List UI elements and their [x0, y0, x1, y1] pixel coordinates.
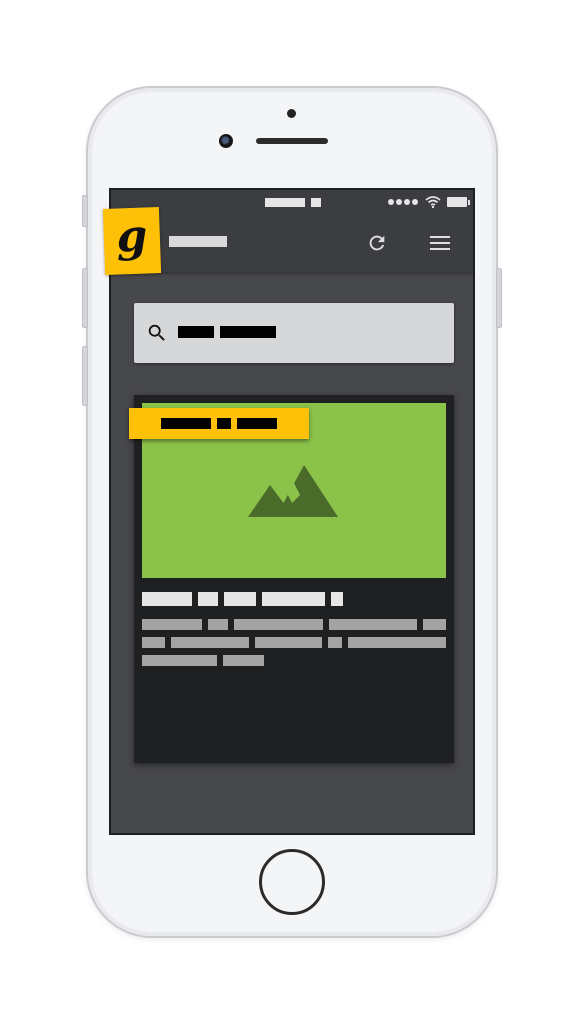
status-bar	[111, 190, 473, 214]
app-screen	[109, 188, 475, 835]
signal-icon	[388, 199, 418, 205]
search-icon	[148, 324, 165, 341]
refresh-icon[interactable]	[366, 232, 388, 254]
home-button[interactable]	[259, 849, 325, 915]
search-bar[interactable]	[134, 303, 454, 363]
speaker-grille	[256, 138, 328, 144]
menu-icon[interactable]	[429, 233, 451, 253]
search-input[interactable]	[178, 326, 276, 338]
power-button	[496, 268, 502, 328]
status-time	[265, 198, 305, 207]
app-title	[169, 236, 227, 247]
app-logo[interactable]: g	[102, 207, 162, 275]
card-badge	[129, 408, 309, 439]
card-title	[142, 592, 343, 606]
wifi-icon	[425, 196, 441, 209]
battery-icon	[447, 197, 470, 207]
camera-icon	[219, 134, 233, 148]
content-card[interactable]	[134, 395, 454, 763]
volume-down-button	[82, 346, 88, 406]
card-body	[142, 619, 446, 673]
image-placeholder-icon	[248, 465, 338, 517]
mute-switch	[82, 195, 88, 227]
status-indicator	[311, 198, 321, 207]
proximity-sensor	[287, 109, 296, 118]
logo-letter: g	[115, 210, 149, 263]
volume-up-button	[82, 268, 88, 328]
app-bar	[111, 214, 473, 272]
card-badge-label	[161, 418, 277, 429]
